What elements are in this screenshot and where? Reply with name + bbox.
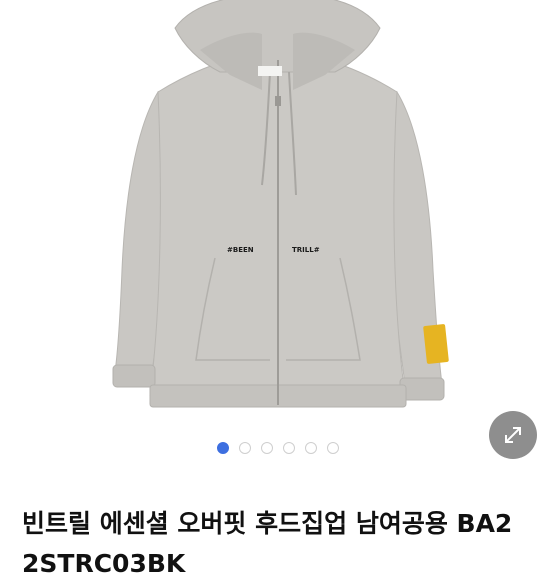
print-left-text: #BEEN bbox=[227, 246, 254, 254]
product-title-line2: 2STRC03BK bbox=[22, 549, 186, 578]
product-title: 빈트릴 에센셜 오버핏 후드집업 남여공용 BA2 2STRC03BK bbox=[22, 504, 555, 584]
product-title-line1: 빈트릴 에센셜 오버핏 후드집업 남여공용 BA2 bbox=[22, 509, 513, 538]
gallery-dot[interactable] bbox=[326, 442, 339, 454]
gallery-dot[interactable] bbox=[238, 442, 251, 454]
gallery-dot[interactable] bbox=[304, 442, 317, 454]
gallery-dot[interactable] bbox=[216, 442, 229, 454]
print-right-text: TRILL# bbox=[292, 246, 320, 254]
gallery-dot[interactable] bbox=[260, 442, 273, 454]
gallery-dot[interactable] bbox=[282, 442, 295, 454]
zoom-button[interactable] bbox=[489, 411, 537, 459]
expand-arrows-icon bbox=[505, 427, 521, 443]
product-image-hoodie[interactable] bbox=[0, 0, 555, 475]
product-image-gallery[interactable]: #BEEN TRILL# bbox=[0, 0, 555, 475]
gallery-pagination bbox=[0, 442, 555, 456]
